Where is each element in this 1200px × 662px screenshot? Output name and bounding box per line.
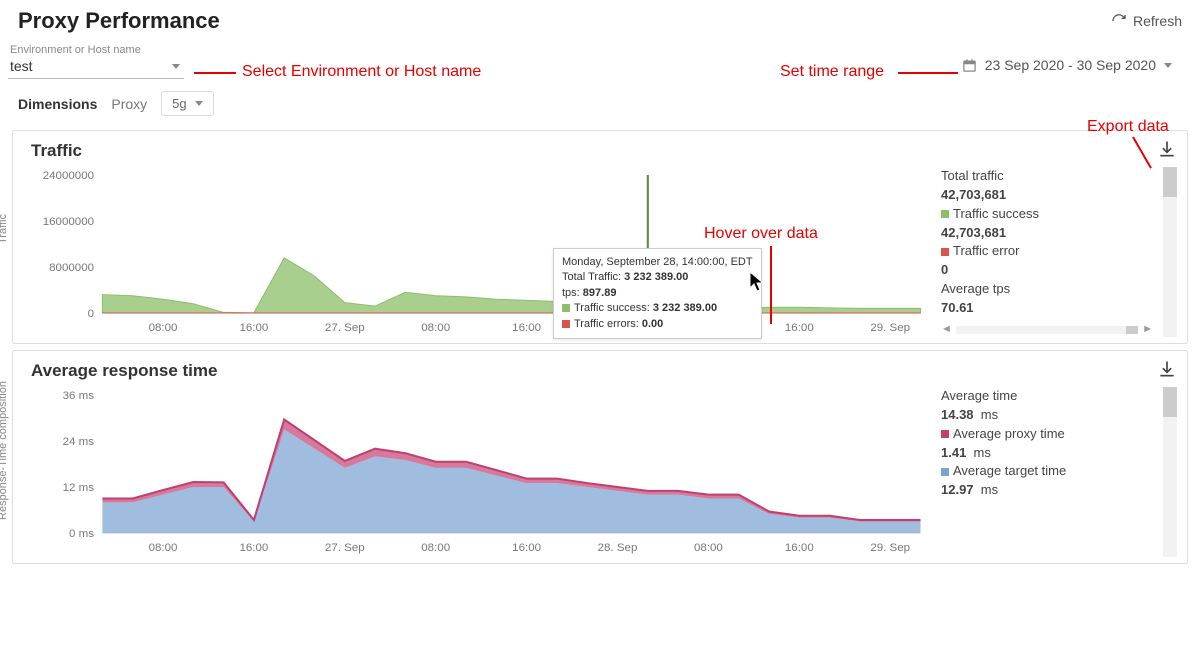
annotation-date: Set time range bbox=[780, 63, 884, 81]
annotation-line bbox=[770, 246, 772, 324]
traffic-legend: Total traffic 42,703,681 Traffic success… bbox=[941, 167, 1171, 337]
annotation-hover: Hover over data bbox=[704, 225, 818, 243]
chevron-down-icon bbox=[195, 101, 203, 106]
annotation-env: Select Environment or Host name bbox=[242, 63, 481, 81]
svg-text:29. Sep: 29. Sep bbox=[870, 542, 910, 554]
response-card: Average response time Response-Time comp… bbox=[12, 350, 1188, 564]
legend-h-scroll[interactable]: ◄► bbox=[941, 322, 1171, 338]
svg-text:36 ms: 36 ms bbox=[63, 390, 95, 402]
svg-text:12 ms: 12 ms bbox=[63, 482, 95, 494]
annotation-line bbox=[194, 72, 236, 74]
svg-text:08:00: 08:00 bbox=[149, 542, 178, 554]
svg-text:16000000: 16000000 bbox=[43, 216, 94, 228]
legend-scrollbar[interactable] bbox=[1163, 387, 1177, 557]
response-y-label: Response-Time composition bbox=[0, 381, 9, 520]
svg-text:08:00: 08:00 bbox=[421, 542, 450, 554]
svg-text:08:00: 08:00 bbox=[694, 542, 723, 554]
refresh-label: Refresh bbox=[1133, 13, 1182, 29]
svg-text:16:00: 16:00 bbox=[239, 322, 268, 334]
svg-text:16:00: 16:00 bbox=[785, 542, 814, 554]
svg-text:16:00: 16:00 bbox=[785, 322, 814, 334]
annotation-line bbox=[898, 72, 958, 74]
traffic-chart[interactable]: Traffic 08000000160000002400000008:0016:… bbox=[29, 167, 931, 337]
svg-text:24 ms: 24 ms bbox=[63, 436, 95, 448]
svg-text:28. Sep: 28. Sep bbox=[598, 542, 638, 554]
svg-text:08:00: 08:00 bbox=[149, 322, 178, 334]
svg-text:16:00: 16:00 bbox=[239, 542, 268, 554]
legend-scrollbar[interactable] bbox=[1163, 167, 1177, 337]
proxy-select-value: 5g bbox=[172, 96, 186, 111]
svg-text:27. Sep: 27. Sep bbox=[325, 542, 365, 554]
svg-text:16:00: 16:00 bbox=[512, 542, 541, 554]
calendar-icon bbox=[962, 58, 977, 73]
response-title: Average response time bbox=[31, 361, 1171, 381]
env-select[interactable]: test bbox=[8, 56, 184, 79]
env-field-label: Environment or Host name bbox=[10, 44, 184, 56]
chevron-down-icon bbox=[1164, 63, 1172, 68]
traffic-tooltip: Monday, September 28, 14:00:00, EDT Tota… bbox=[553, 248, 762, 339]
env-select-value: test bbox=[10, 58, 33, 74]
traffic-y-label: Traffic bbox=[0, 214, 9, 244]
dimensions-label: Dimensions bbox=[18, 96, 97, 112]
chevron-down-icon bbox=[172, 64, 180, 69]
page-title: Proxy Performance bbox=[18, 8, 220, 34]
svg-text:8000000: 8000000 bbox=[49, 262, 94, 274]
traffic-card: Traffic Traffic 080000001600000024000000… bbox=[12, 130, 1188, 344]
refresh-icon bbox=[1111, 13, 1127, 29]
svg-text:0: 0 bbox=[88, 308, 94, 320]
svg-text:0 ms: 0 ms bbox=[69, 528, 94, 540]
download-icon bbox=[1157, 359, 1177, 379]
annotation-export: Export data bbox=[1087, 118, 1169, 136]
traffic-title: Traffic bbox=[31, 141, 1171, 161]
svg-text:27. Sep: 27. Sep bbox=[325, 322, 365, 334]
proxy-select[interactable]: 5g bbox=[161, 91, 213, 116]
svg-text:24000000: 24000000 bbox=[43, 170, 94, 182]
date-range-value: 23 Sep 2020 - 30 Sep 2020 bbox=[985, 57, 1156, 73]
response-legend: Average time 14.38 ms Average proxy time… bbox=[941, 387, 1171, 557]
date-range-picker[interactable]: 23 Sep 2020 - 30 Sep 2020 bbox=[952, 51, 1182, 79]
svg-text:08:00: 08:00 bbox=[421, 322, 450, 334]
dimensions-proxy-label: Proxy bbox=[111, 96, 147, 112]
svg-text:29. Sep: 29. Sep bbox=[870, 322, 910, 334]
svg-text:16:00: 16:00 bbox=[512, 322, 541, 334]
refresh-button[interactable]: Refresh bbox=[1111, 13, 1182, 29]
download-icon bbox=[1157, 139, 1177, 159]
export-button[interactable] bbox=[1157, 139, 1177, 164]
export-button[interactable] bbox=[1157, 359, 1177, 384]
response-chart[interactable]: Response-Time composition 0 ms12 ms24 ms… bbox=[29, 387, 931, 557]
